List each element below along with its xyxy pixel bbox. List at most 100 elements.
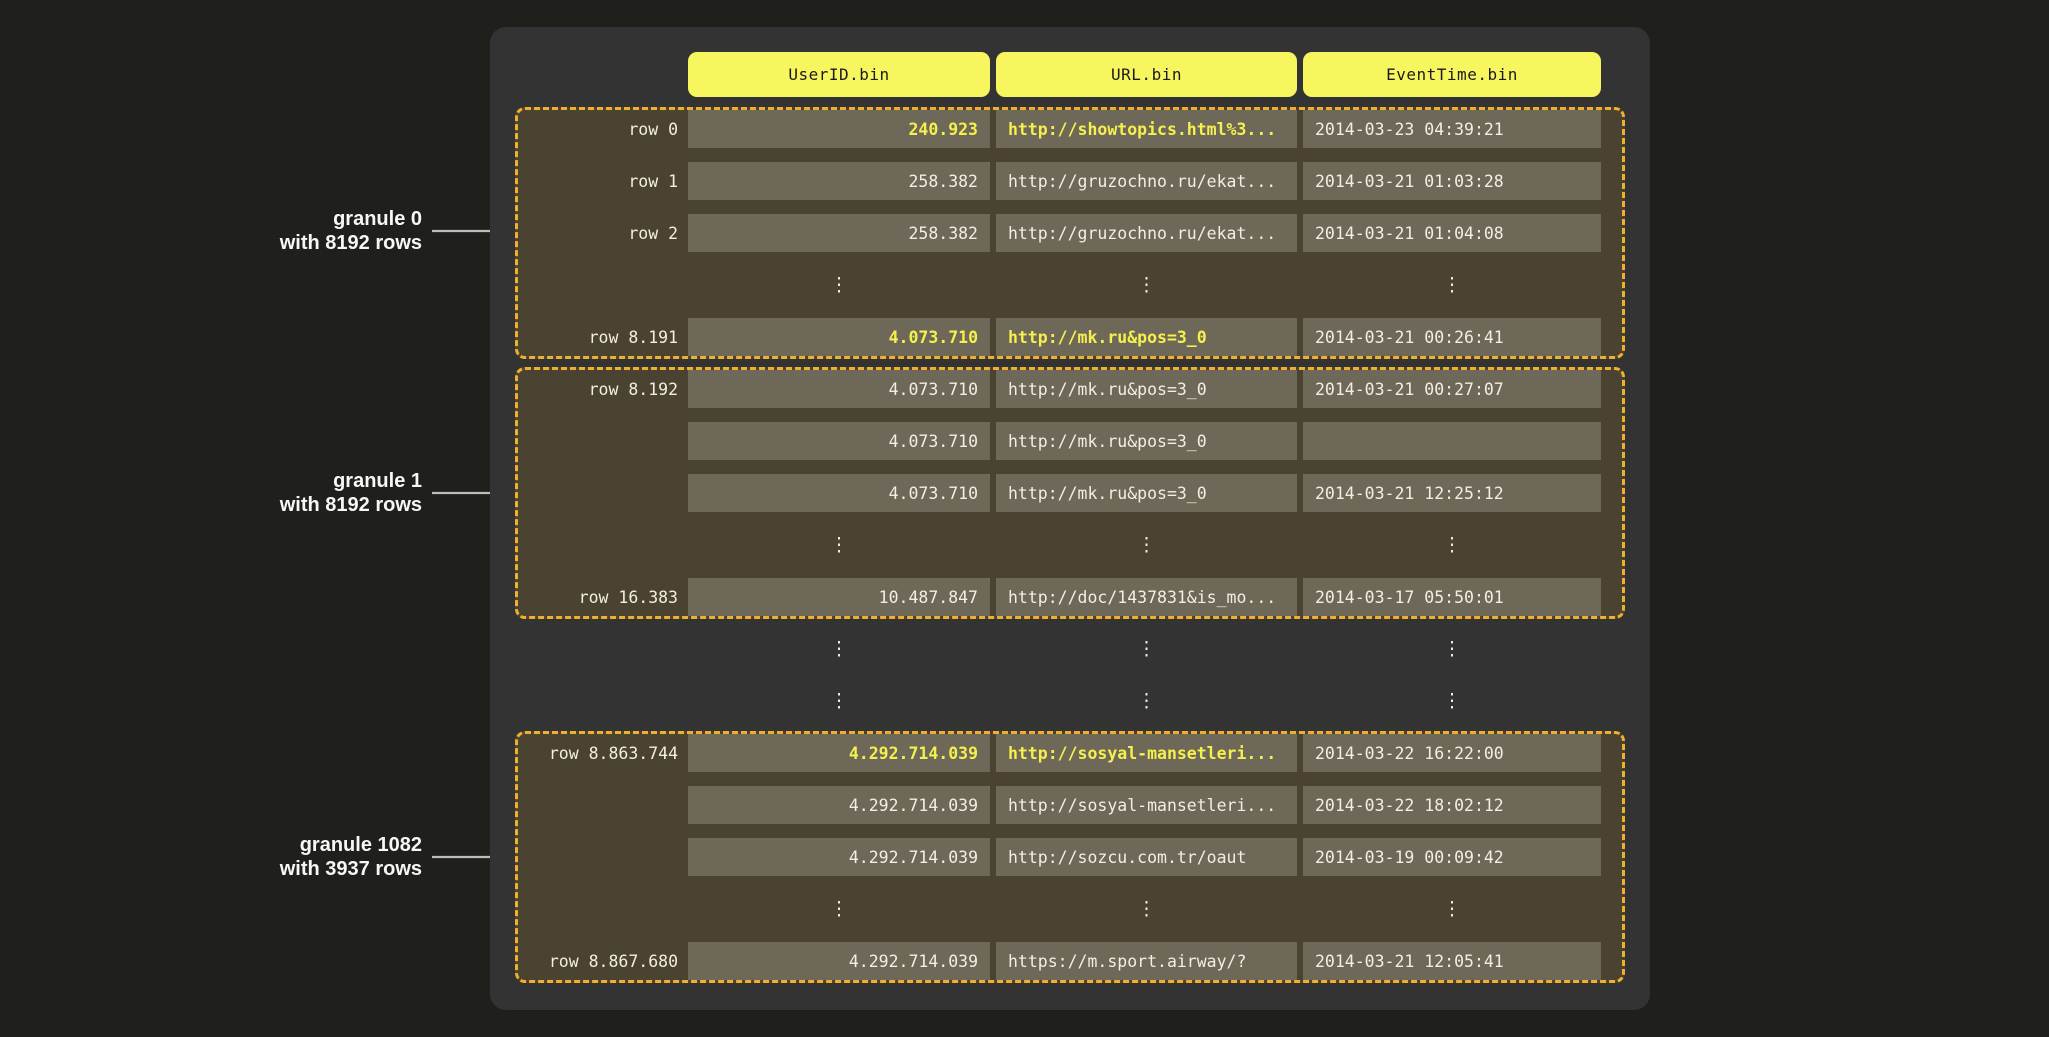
eventtime-cell: 2014-03-19 00:09:42 xyxy=(1303,838,1601,876)
userid-cell: 4.073.710 xyxy=(688,422,990,460)
ellipsis-marker: ⋮ xyxy=(1303,682,1601,720)
userid-cell: 4.073.710 xyxy=(688,370,990,408)
row-label xyxy=(518,630,688,668)
row-label xyxy=(518,266,688,304)
ellipsis-marker: ⋮ xyxy=(688,890,990,928)
annotation-line: with 8192 rows xyxy=(280,231,422,255)
granule-box-0: row 0240.923http://showtopics.html%3...2… xyxy=(515,107,1625,359)
ellipsis-row: ⋮⋮⋮ xyxy=(518,630,1622,668)
url-cell: http://showtopics.html%3... xyxy=(996,110,1297,148)
table-row: row 2258.382http://gruzochno.ru/ekat...2… xyxy=(518,214,1622,252)
eventtime-cell: 2014-03-21 00:27:07 xyxy=(1303,370,1601,408)
row-label: row 2 xyxy=(518,214,688,252)
row-label: row 16.383 xyxy=(518,578,688,616)
url-cell: http://doc/1437831&is_mo... xyxy=(996,578,1297,616)
granule-0-annotation-text: granule 0 with 8192 rows xyxy=(280,207,422,256)
userid-cell: 4.292.714.039 xyxy=(688,942,990,980)
table-row: 4.073.710http://mk.ru&pos=3_0 xyxy=(518,422,1622,460)
annotation-line: granule 0 xyxy=(280,207,422,231)
row-label: row 8.867.680 xyxy=(518,942,688,980)
annotation-line: with 8192 rows xyxy=(280,493,422,517)
eventtime-cell: 2014-03-22 16:22:00 xyxy=(1303,734,1601,772)
row-label xyxy=(518,682,688,720)
table-row: row 8.867.6804.292.714.039https://m.spor… xyxy=(518,942,1622,980)
table-row: row 1258.382http://gruzochno.ru/ekat...2… xyxy=(518,162,1622,200)
table-row: 4.292.714.039http://sosyal-mansetleri...… xyxy=(518,786,1622,824)
ellipsis-marker: ⋮ xyxy=(996,266,1297,304)
eventtime-cell: 2014-03-21 00:26:41 xyxy=(1303,318,1601,356)
row-label: row 1 xyxy=(518,162,688,200)
annotation-line: granule 1082 xyxy=(280,833,422,857)
ellipsis-marker: ⋮ xyxy=(1303,630,1601,668)
ellipsis-row: ⋮⋮⋮ xyxy=(518,890,1622,928)
row-label: row 8.192 xyxy=(518,370,688,408)
column-header-userid: UserID.bin xyxy=(688,52,990,97)
annotation-line: granule 1 xyxy=(280,469,422,493)
annotation-line: with 3937 rows xyxy=(280,857,422,881)
userid-cell: 4.073.710 xyxy=(688,474,990,512)
ellipsis-marker: ⋮ xyxy=(1303,526,1601,564)
row-label: row 8.863.744 xyxy=(518,734,688,772)
userid-cell: 258.382 xyxy=(688,214,990,252)
ellipsis-marker: ⋮ xyxy=(996,526,1297,564)
url-cell: http://sozcu.com.tr/oaut xyxy=(996,838,1297,876)
table-row: row 0240.923http://showtopics.html%3...2… xyxy=(518,110,1622,148)
table-row: 4.292.714.039http://sozcu.com.tr/oaut201… xyxy=(518,838,1622,876)
table-row: row 8.1914.073.710http://mk.ru&pos=3_020… xyxy=(518,318,1622,356)
url-cell: http://gruzochno.ru/ekat... xyxy=(996,214,1297,252)
row-label xyxy=(518,526,688,564)
granule-1-annotation-text: granule 1 with 8192 rows xyxy=(280,469,422,518)
userid-cell: 4.292.714.039 xyxy=(688,734,990,772)
userid-cell: 258.382 xyxy=(688,162,990,200)
eventtime-cell: 2014-03-23 04:39:21 xyxy=(1303,110,1601,148)
userid-cell: 10.487.847 xyxy=(688,578,990,616)
between-granules-ellipsis: ⋮⋮⋮⋮⋮⋮ xyxy=(515,619,1625,731)
eventtime-cell: 2014-03-21 01:03:28 xyxy=(1303,162,1601,200)
diagram-panel: UserID.bin URL.bin EventTime.bin row 024… xyxy=(490,27,1650,1010)
row-label: row 8.191 xyxy=(518,318,688,356)
row-label xyxy=(518,474,688,512)
url-cell: http://gruzochno.ru/ekat... xyxy=(996,162,1297,200)
row-label: row 0 xyxy=(518,110,688,148)
ellipsis-marker: ⋮ xyxy=(688,630,990,668)
granule-1082-annotation-text: granule 1082 with 3937 rows xyxy=(280,833,422,882)
ellipsis-marker: ⋮ xyxy=(1303,890,1601,928)
ellipsis-row: ⋮⋮⋮ xyxy=(518,266,1622,304)
table-row: row 8.863.7444.292.714.039http://sosyal-… xyxy=(518,734,1622,772)
granule-box-1: row 8.1924.073.710http://mk.ru&pos=3_020… xyxy=(515,367,1625,619)
granule-0-annotation: granule 0 with 8192 rows xyxy=(120,205,512,257)
url-cell: http://mk.ru&pos=3_0 xyxy=(996,422,1297,460)
row-label xyxy=(518,422,688,460)
eventtime-cell: 2014-03-21 12:25:12 xyxy=(1303,474,1601,512)
userid-cell: 4.292.714.039 xyxy=(688,786,990,824)
table-row: 4.073.710http://mk.ru&pos=3_02014-03-21 … xyxy=(518,474,1622,512)
ellipsis-row: ⋮⋮⋮ xyxy=(518,526,1622,564)
granule-box-2: row 8.863.7444.292.714.039http://sosyal-… xyxy=(515,731,1625,983)
eventtime-cell: 2014-03-21 12:05:41 xyxy=(1303,942,1601,980)
column-header-eventtime: EventTime.bin xyxy=(1303,52,1601,97)
ellipsis-marker: ⋮ xyxy=(996,682,1297,720)
row-label xyxy=(518,786,688,824)
url-cell: http://mk.ru&pos=3_0 xyxy=(996,318,1297,356)
eventtime-cell: 2014-03-17 05:50:01 xyxy=(1303,578,1601,616)
granule-1-annotation: granule 1 with 8192 rows xyxy=(120,467,512,519)
url-cell: http://sosyal-mansetleri... xyxy=(996,786,1297,824)
ellipsis-marker: ⋮ xyxy=(1303,266,1601,304)
userid-cell: 4.292.714.039 xyxy=(688,838,990,876)
ellipsis-marker: ⋮ xyxy=(996,890,1297,928)
row-label xyxy=(518,838,688,876)
ellipsis-marker: ⋮ xyxy=(996,630,1297,668)
table-row: row 8.1924.073.710http://mk.ru&pos=3_020… xyxy=(518,370,1622,408)
userid-cell: 4.073.710 xyxy=(688,318,990,356)
eventtime-cell: 2014-03-22 18:02:12 xyxy=(1303,786,1601,824)
ellipsis-marker: ⋮ xyxy=(688,526,990,564)
ellipsis-row: ⋮⋮⋮ xyxy=(518,682,1622,720)
column-header-url: URL.bin xyxy=(996,52,1297,97)
granule-table: row 0240.923http://showtopics.html%3...2… xyxy=(515,107,1625,983)
url-cell: http://mk.ru&pos=3_0 xyxy=(996,474,1297,512)
eventtime-cell: 2014-03-21 01:04:08 xyxy=(1303,214,1601,252)
ellipsis-marker: ⋮ xyxy=(688,682,990,720)
eventtime-cell xyxy=(1303,422,1601,460)
userid-cell: 240.923 xyxy=(688,110,990,148)
ellipsis-marker: ⋮ xyxy=(688,266,990,304)
